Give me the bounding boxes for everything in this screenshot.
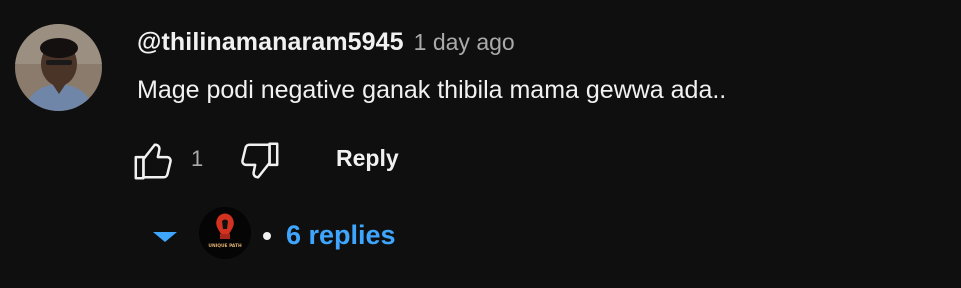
author-name[interactable]: @thilinamanaram5945 [137, 28, 404, 57]
caret-down-icon[interactable] [153, 232, 177, 242]
like-count: 1 [191, 146, 204, 171]
dislike-button[interactable] [236, 138, 282, 184]
like-button[interactable] [131, 138, 177, 184]
comment-text: Mage podi negative ganak thibila mama ge… [137, 76, 727, 104]
reply-button[interactable]: Reply [336, 145, 399, 172]
reply-avatar-logo-text: UNIQUE PATH [208, 243, 242, 249]
creator-reply-avatar: UNIQUE PATH [199, 207, 251, 259]
replies-toggle[interactable]: UNIQUE PATH 6 replies [148, 204, 448, 264]
replies-count-link[interactable]: 6 replies [286, 220, 396, 251]
separator-dot [263, 232, 271, 240]
thumb-up-icon [134, 143, 172, 180]
author-avatar[interactable] [15, 24, 102, 111]
comment-header: @thilinamanaram5945 1 day ago [137, 28, 515, 62]
comment-timestamp[interactable]: 1 day ago [414, 29, 515, 56]
thumb-down-icon [241, 142, 279, 179]
